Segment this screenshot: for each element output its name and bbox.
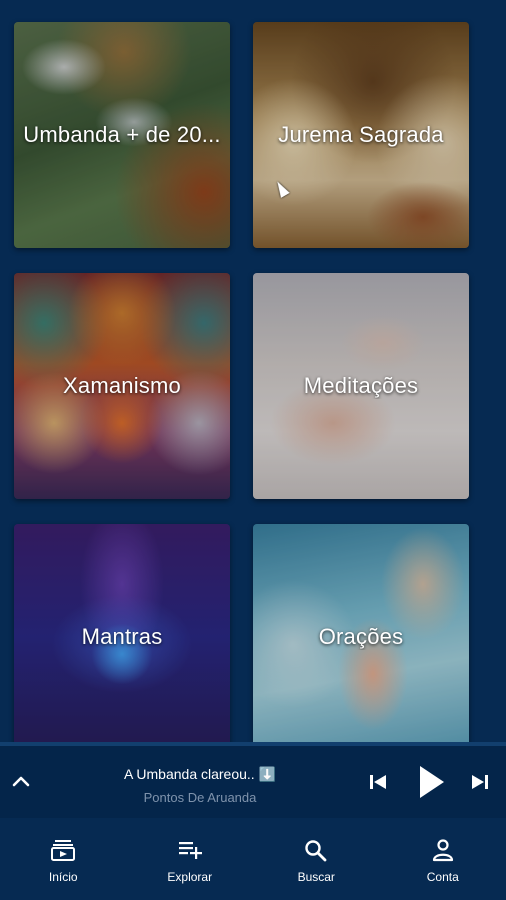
nav-inicio[interactable]: Início (0, 818, 127, 900)
skip-previous-icon (370, 775, 386, 789)
track-artist: Pontos De Aruanda (143, 790, 257, 805)
next-track-button[interactable] (464, 760, 496, 804)
tile-mantras[interactable]: Mantras (14, 524, 230, 742)
playlist-add-icon (178, 842, 202, 859)
tile-label: Umbanda + de 20... (23, 122, 221, 147)
nav-explorar[interactable]: Explorar (127, 818, 254, 900)
expand-player-button[interactable] (6, 766, 36, 796)
track-title: A Umbanda clareou.. ⬇️ (123, 766, 277, 782)
tile-label: Jurema Sagrada (278, 122, 444, 147)
tile-label: Xamanismo (63, 373, 181, 398)
person-icon (432, 839, 453, 862)
nav-label: Explorar (167, 870, 213, 884)
nav-label: Início (48, 870, 78, 884)
chevron-up-icon (12, 776, 30, 787)
tile-xamanismo[interactable]: Xamanismo (14, 273, 230, 499)
tile-label: Mantras (81, 624, 163, 649)
tile-oracoes[interactable]: Orações (253, 524, 469, 742)
skip-next-icon (472, 775, 488, 789)
play-button[interactable] (408, 760, 452, 804)
nav-label: Buscar (297, 870, 335, 884)
nav-label: Conta (426, 870, 459, 884)
play-icon (420, 766, 444, 798)
category-grid: Umbanda + de 20... Jurema Sagrada Xamani… (0, 0, 506, 742)
tile-jurema-sagrada[interactable]: Jurema Sagrada (253, 22, 469, 248)
tile-label: Orações (318, 624, 404, 649)
nav-conta[interactable]: Conta (380, 818, 506, 900)
now-playing-bar[interactable]: A Umbanda clareou.. ⬇️ Pontos De Aruanda (0, 742, 506, 818)
previous-track-button[interactable] (362, 760, 394, 804)
library-icon (51, 840, 76, 861)
search-icon (305, 840, 327, 862)
bottom-navigation: Início Explorar Buscar Conta (0, 818, 506, 900)
tile-label: Meditações (303, 373, 419, 398)
tile-meditacoes[interactable]: Meditações (253, 273, 469, 499)
tile-umbanda[interactable]: Umbanda + de 20... (14, 22, 230, 248)
nav-buscar[interactable]: Buscar (253, 818, 380, 900)
